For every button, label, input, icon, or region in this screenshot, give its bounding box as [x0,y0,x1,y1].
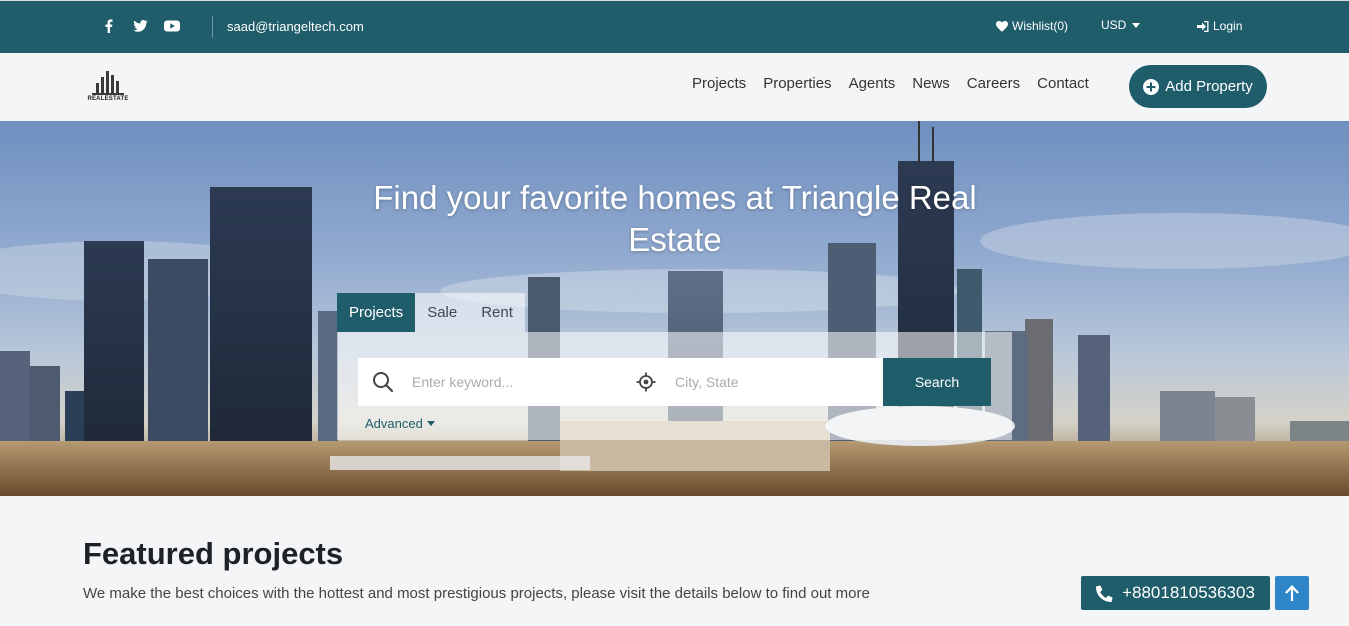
call-phone-button[interactable]: +8801810536303 [1081,576,1270,610]
featured-title: Featured projects [83,536,344,571]
contact-email[interactable]: saad@triangeltech.com [227,19,364,34]
tab-rent[interactable]: Rent [469,293,525,332]
nav-link-careers[interactable]: Careers [967,75,1020,92]
nav-link-agents[interactable]: Agents [849,75,896,92]
search-tabs: Projects Sale Rent [337,293,525,332]
search-button[interactable]: Search [883,358,991,406]
nav-link-news[interactable]: News [912,75,950,92]
tab-projects[interactable]: Projects [337,293,416,332]
arrow-up-icon [1285,585,1299,601]
add-property-label: Add Property [1165,78,1253,95]
advanced-label: Advanced [365,416,423,431]
heart-icon [996,20,1008,32]
nav-link-projects[interactable]: Projects [692,75,746,92]
site-logo[interactable]: REALESTATE [84,69,132,107]
search-box [358,358,904,406]
add-property-button[interactable]: Add Property [1129,65,1267,108]
login-link[interactable]: Login [1197,19,1242,33]
topbar-divider [212,16,213,38]
logo-buildings-icon [92,71,124,95]
hero-banner: Find your favorite homes at Triangle Rea… [0,121,1349,496]
nav-links: Projects Properties Agents News Careers … [692,75,1089,92]
advanced-search-toggle[interactable]: Advanced [365,416,435,431]
facebook-icon[interactable] [100,18,116,34]
login-label: Login [1213,19,1243,33]
wishlist-label: Wishlist(0) [1012,19,1068,33]
wishlist-link[interactable]: Wishlist(0) [996,19,1068,33]
search-panel: Search Advanced [337,332,1012,440]
featured-projects-section: Featured projects We make the best choic… [0,496,1349,626]
top-bar: saad@triangeltech.com Wishlist(0) USD Lo… [0,0,1349,53]
phone-number: +8801810536303 [1122,583,1255,602]
city-state-input[interactable] [675,358,895,406]
nav-link-properties[interactable]: Properties [763,75,831,92]
tab-sale[interactable]: Sale [415,293,470,332]
currency-dropdown[interactable]: USD [1101,18,1141,32]
main-navbar: REALESTATE Projects Properties Agents Ne… [0,53,1349,121]
caret-down-icon [1132,22,1141,28]
plus-circle-icon [1143,78,1160,95]
caret-down-icon [426,421,435,426]
youtube-icon[interactable] [164,18,180,34]
keyword-input[interactable] [412,358,622,406]
logo-text: REALESTATE [87,96,129,102]
phone-icon [1096,585,1113,602]
currency-value: USD [1101,18,1127,32]
twitter-icon[interactable] [132,18,148,34]
sign-in-icon [1197,20,1209,32]
search-icon [373,372,394,393]
social-links [100,18,180,34]
featured-subtitle: We make the best choices with the hottes… [83,585,870,602]
scroll-to-top-button[interactable] [1275,576,1309,610]
hero-title: Find your favorite homes at Triangle Rea… [373,179,977,258]
nav-link-contact[interactable]: Contact [1037,75,1089,92]
location-crosshair-icon[interactable] [636,372,656,392]
